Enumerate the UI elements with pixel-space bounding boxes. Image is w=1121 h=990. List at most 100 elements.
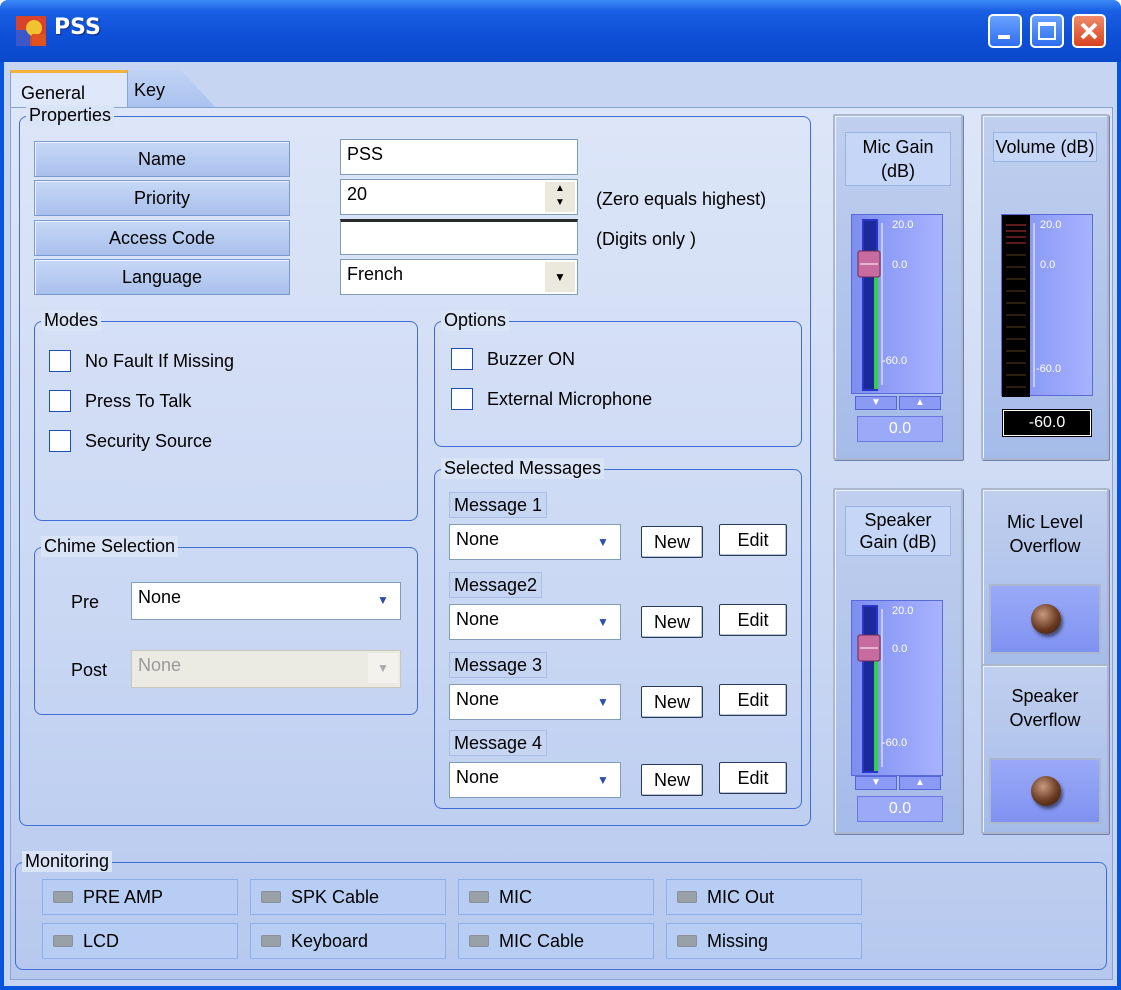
buzzer-on-checkbox[interactable]: Buzzer ON xyxy=(451,348,575,370)
press-to-talk-checkbox[interactable]: Press To Talk xyxy=(49,390,191,412)
checkbox-box[interactable] xyxy=(49,350,71,372)
speaker-gain-panel: Speaker Gain (dB) 20.0 0.0 -60.0 ▼ ▲ 0.0 xyxy=(833,488,963,834)
mic-gain-slider[interactable]: 20.0 0.0 -60.0 xyxy=(851,214,943,394)
minimize-icon xyxy=(998,35,1010,39)
post-chime-select: None ▼ xyxy=(131,650,401,688)
monitor-label: PRE AMP xyxy=(83,886,164,907)
monitor-item: MIC Out xyxy=(666,879,862,915)
message-4-label: Message 4 xyxy=(449,730,548,756)
name-label: Name xyxy=(34,141,290,177)
group-title: Monitoring xyxy=(22,851,113,872)
group-title: Selected Messages xyxy=(441,458,605,479)
priority-stepper[interactable]: 20 ▲ ▼ xyxy=(340,179,578,215)
priority-hint: (Zero equals highest) xyxy=(596,189,767,209)
security-source-checkbox[interactable]: Security Source xyxy=(49,430,212,452)
post-chime-value: None xyxy=(138,655,182,675)
chevron-down-icon[interactable]: ▼ xyxy=(545,262,575,292)
client-area: Key General Properties Name Priority Acc… xyxy=(4,62,1117,986)
chevron-down-icon: ▼ xyxy=(368,653,398,683)
chevron-down-icon[interactable]: ▼ xyxy=(588,765,618,795)
selected-messages-group: Selected Messages Message 1 None ▼ New E… xyxy=(434,458,802,809)
slider-track-icon xyxy=(857,605,883,773)
message-4-edit-button[interactable]: Edit xyxy=(719,762,787,794)
checkbox-box[interactable] xyxy=(49,390,71,412)
scale-top: 20.0 xyxy=(1040,219,1062,231)
speaker-gain-up-button[interactable]: ▲ xyxy=(899,776,941,790)
message-1-new-button[interactable]: New xyxy=(641,526,703,558)
language-select[interactable]: French ▼ xyxy=(340,259,578,295)
message-4-new-button[interactable]: New xyxy=(641,764,703,796)
message-3-new-button[interactable]: New xyxy=(641,686,703,718)
chevron-down-icon[interactable]: ▼ xyxy=(368,585,398,615)
checkbox-label: External Microphone xyxy=(487,388,653,409)
speaker-gain-slider[interactable]: 20.0 0.0 -60.0 xyxy=(851,600,943,776)
led-icon xyxy=(1031,604,1061,634)
message-4-select[interactable]: None ▼ xyxy=(449,762,621,798)
tab-key[interactable]: Key xyxy=(124,70,216,108)
minimize-button[interactable] xyxy=(988,14,1022,48)
chevron-down-icon[interactable]: ▼ xyxy=(588,607,618,637)
tab-label: Key xyxy=(134,80,166,100)
maximize-button[interactable] xyxy=(1030,14,1064,48)
monitor-label: MIC Out xyxy=(707,886,775,907)
chevron-down-icon[interactable]: ▼ xyxy=(588,527,618,557)
checkbox-box[interactable] xyxy=(49,430,71,452)
mic-gain-panel: Mic Gain (dB) 20.0 0.0 -60.0 ▼ ▲ 0.0 xyxy=(833,114,963,460)
window-title: PSS xyxy=(54,15,101,40)
mic-level-overflow-panel: Mic Level Overflow xyxy=(981,488,1109,668)
status-led-icon xyxy=(469,935,489,947)
pre-chime-select[interactable]: None ▼ xyxy=(131,582,401,620)
monitor-item: Keyboard xyxy=(250,923,446,959)
post-label: Post xyxy=(71,660,108,680)
speaker-gain-down-button[interactable]: ▼ xyxy=(855,776,897,790)
checkbox-box[interactable] xyxy=(451,388,473,410)
scale-mid: 0.0 xyxy=(1040,259,1056,271)
message-2-new-button[interactable]: New xyxy=(641,606,703,638)
maximize-icon xyxy=(1038,22,1056,40)
tab-strip: Key General xyxy=(4,62,304,108)
message-1-select[interactable]: None ▼ xyxy=(449,524,621,560)
volume-value: -60.0 xyxy=(1002,409,1092,437)
chevron-down-icon[interactable]: ▼ xyxy=(588,687,618,717)
scale-top: 20.0 xyxy=(892,605,914,617)
message-3-edit-button[interactable]: Edit xyxy=(719,684,787,716)
monitor-item: SPK Cable xyxy=(250,879,446,915)
mic-gain-up-button[interactable]: ▲ xyxy=(899,396,941,410)
mic-gain-down-button[interactable]: ▼ xyxy=(855,396,897,410)
checkbox-label: Press To Talk xyxy=(85,390,192,411)
message-3-label: Message 3 xyxy=(449,652,548,678)
mic-level-overflow-led-panel xyxy=(989,584,1101,654)
no-fault-checkbox[interactable]: No Fault If Missing xyxy=(49,350,234,372)
message-1-edit-button[interactable]: Edit xyxy=(719,524,787,556)
message-value: None xyxy=(456,767,500,787)
group-title: Modes xyxy=(41,310,102,331)
speaker-overflow-panel: Speaker Overflow xyxy=(981,664,1109,834)
external-microphone-checkbox[interactable]: External Microphone xyxy=(451,388,652,410)
spin-down-icon[interactable]: ▼ xyxy=(545,196,575,210)
message-3-select[interactable]: None ▼ xyxy=(449,684,621,720)
name-input[interactable]: PSS xyxy=(340,139,578,175)
language-label: Language xyxy=(34,259,290,295)
volume-title: Volume (dB) xyxy=(993,132,1097,162)
pre-chime-value: None xyxy=(138,587,182,607)
spin-up-icon[interactable]: ▲ xyxy=(545,182,575,196)
access-code-input[interactable] xyxy=(340,219,578,255)
spin-buttons[interactable]: ▲ ▼ xyxy=(545,182,575,212)
language-value: French xyxy=(347,264,404,284)
speaker-gain-title: Speaker Gain (dB) xyxy=(845,506,951,556)
access-code-label: Access Code xyxy=(34,220,290,256)
priority-label: Priority xyxy=(34,180,290,216)
message-1-label: Message 1 xyxy=(449,492,548,518)
title-bar[interactable]: PSS xyxy=(0,0,1121,62)
monitoring-group: Monitoring PRE AMP SPK Cable MIC MIC Out… xyxy=(15,851,1107,970)
volume-meter: 20.0 0.0 -60.0 xyxy=(1001,214,1093,397)
close-button[interactable] xyxy=(1072,14,1106,48)
status-led-icon xyxy=(677,891,697,903)
scale-top: 20.0 xyxy=(892,219,914,231)
slider-track-icon xyxy=(857,219,883,391)
message-2-select[interactable]: None ▼ xyxy=(449,604,621,640)
checkbox-box[interactable] xyxy=(451,348,473,370)
message-2-edit-button[interactable]: Edit xyxy=(719,604,787,636)
led-icon xyxy=(1031,776,1061,806)
tab-general[interactable]: General xyxy=(10,70,128,108)
